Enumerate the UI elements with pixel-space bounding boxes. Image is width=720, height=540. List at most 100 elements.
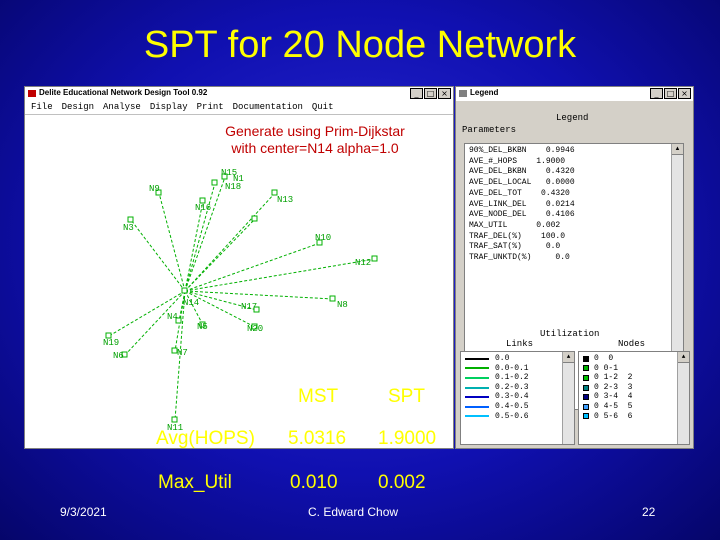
app-title: Delite Educational Network Design Tool 0… <box>39 88 208 97</box>
max-util-spt: 0.002 <box>378 472 426 493</box>
param-row: TRAF_DEL(%) 100.0 <box>469 231 566 241</box>
nodes-legend-row: 0 5-6 6 <box>579 412 689 422</box>
nodes-legend-row: 0 1-2 2 <box>579 373 689 383</box>
legend-close-button[interactable]: × <box>678 88 691 99</box>
node-label: N16 <box>195 203 211 213</box>
link-color-swatch <box>465 405 489 408</box>
nodes-range-label: 0 3-4 4 <box>594 392 633 402</box>
links-range-label: 0.2-0.3 <box>495 382 529 392</box>
node-label: N14 <box>183 298 199 308</box>
param-row: AVE_DEL_BKBN 0.4320 <box>469 167 575 177</box>
param-row: TRAF_UNKTD(%) 0.0 <box>469 253 570 263</box>
node-markers <box>105 173 378 423</box>
link-color-swatch <box>465 396 489 399</box>
links-legend-row: 0.4-0.5 <box>461 402 574 412</box>
nodes-legend-row: 0 4-5 5 <box>579 402 689 412</box>
nodes-range-label: 0 0 <box>594 354 614 363</box>
legend-titlebar[interactable]: Legend _ □ × <box>456 87 693 101</box>
slide-date: 9/3/2021 <box>60 505 107 519</box>
node-label: N7 <box>177 348 188 358</box>
legend-window: Legend _ □ × Legend Parameters 90%_DEL_B… <box>455 86 694 449</box>
app-titlebar[interactable]: Delite Educational Network Design Tool 0… <box>25 87 453 101</box>
avg-hops-spt: 1.9000 <box>378 428 437 449</box>
node-color-swatch <box>583 374 589 381</box>
menu-print[interactable]: Print <box>197 102 224 114</box>
links-range-label: 0.4-0.5 <box>495 401 529 411</box>
links-range-label: 0.1-0.2 <box>495 373 529 383</box>
param-row: 90%_DEL_BKBN 0.9946 <box>469 146 575 155</box>
menu-documentation[interactable]: Documentation <box>233 102 303 114</box>
links-legend-row: 0.0 <box>461 354 574 364</box>
node-label: N8 <box>337 300 348 310</box>
links-range-label: 0.5-0.6 <box>495 411 529 421</box>
close-button[interactable]: × <box>438 88 451 99</box>
menu-bar: File Design Analyse Display Print Docume… <box>25 102 453 115</box>
slide-page-number: 22 <box>642 505 656 519</box>
link-color-swatch <box>465 376 489 379</box>
menu-file[interactable]: File <box>31 102 53 114</box>
node-label: N12 <box>355 258 371 268</box>
link-color-swatch <box>465 386 489 389</box>
utilization-label: Utilization <box>540 329 600 339</box>
parameters-label: Parameters <box>462 125 517 135</box>
links-legend-row: 0.1-0.2 <box>461 373 574 383</box>
links-legend-row: 0.2-0.3 <box>461 383 574 393</box>
menu-analyse[interactable]: Analyse <box>103 102 141 114</box>
param-row: AVE_LINK_DEL 0.0214 <box>469 199 575 209</box>
links-label: Links <box>506 339 534 349</box>
node-color-swatch <box>583 413 589 420</box>
node-label: N19 <box>103 338 119 348</box>
links-legend-row: 0.0-0.1 <box>461 364 574 374</box>
nodes-legend-row: 0 2-3 3 <box>579 383 689 393</box>
max-util-mst: 0.010 <box>290 472 338 493</box>
nodes-label: Nodes <box>618 339 646 349</box>
menu-design[interactable]: Design <box>62 102 94 114</box>
minimize-button[interactable]: _ <box>410 88 423 99</box>
links-legend-row: 0.5-0.6 <box>461 412 574 422</box>
node-color-swatch <box>583 355 589 362</box>
param-row: AVE_NODE_DEL 0.4106 <box>469 210 575 220</box>
legend-heading: Legend <box>556 113 589 123</box>
links-range-label: 0.3-0.4 <box>495 392 529 402</box>
nodes-range-label: 0 0-1 <box>594 363 619 373</box>
node-color-swatch <box>583 384 589 391</box>
nodes-legend-row: 0 3-4 4 <box>579 392 689 402</box>
scroll-up-icon[interactable]: ▲ <box>563 352 574 363</box>
param-row: AVE_DEL_LOCAL 0.0000 <box>469 178 575 188</box>
nodes-range-label: 0 1-2 2 <box>594 373 633 383</box>
node-label: N13 <box>277 195 293 205</box>
generation-note-line2: with center=N14 alpha=1.0 <box>231 140 399 156</box>
link-color-swatch <box>465 415 489 418</box>
links-legend: 0.0 0.0-0.1 0.1-0.2 0.2-0.3 0.3-0.4 0.4-0.5 0.… <box>460 351 575 445</box>
node-label: N15 <box>221 168 237 178</box>
node-label: N5 <box>197 322 208 332</box>
generation-note-line1: Generate using Prim-Dijkstar <box>225 123 405 139</box>
links-scrollbar[interactable]: ▲ <box>562 352 574 444</box>
links-legend-row: 0.3-0.4 <box>461 392 574 402</box>
avg-hops-label: Avg(HOPS) <box>156 428 255 449</box>
legend-app-icon <box>459 90 467 97</box>
node-color-swatch <box>583 394 589 401</box>
param-row: MAX_UTIL 0.002 <box>469 220 561 230</box>
nodes-range-label: 0 2-3 3 <box>594 382 633 392</box>
node-label: N3 <box>123 223 134 233</box>
links-legend-rows: 0.0 0.0-0.1 0.1-0.2 0.2-0.3 0.3-0.4 0.4-0.5 0.… <box>461 352 574 421</box>
maximize-button[interactable]: □ <box>424 88 437 99</box>
scroll-up-icon[interactable]: ▲ <box>678 352 689 363</box>
menu-display[interactable]: Display <box>150 102 188 114</box>
scroll-up-icon[interactable]: ▲ <box>672 144 683 155</box>
node-label: N6 <box>113 351 124 361</box>
node-label: N17 <box>241 302 257 312</box>
nodes-legend-rows: 0 00 0-1 0 1-2 20 2-3 30 3-4 40 4-5 50 5-… <box>579 352 689 421</box>
legend-maximize-button[interactable]: □ <box>664 88 677 99</box>
link-color-swatch <box>465 357 489 360</box>
app-icon <box>28 90 36 97</box>
node-color-swatch <box>583 403 589 410</box>
node-label: N20 <box>247 324 263 334</box>
param-row: TRAF_SAT(%) 0.0 <box>469 242 561 252</box>
col-spt-header: SPT <box>388 386 425 407</box>
node-label: N18 <box>225 182 241 192</box>
legend-minimize-button[interactable]: _ <box>650 88 663 99</box>
menu-quit[interactable]: Quit <box>312 102 334 114</box>
nodes-scrollbar[interactable]: ▲ <box>677 352 689 444</box>
